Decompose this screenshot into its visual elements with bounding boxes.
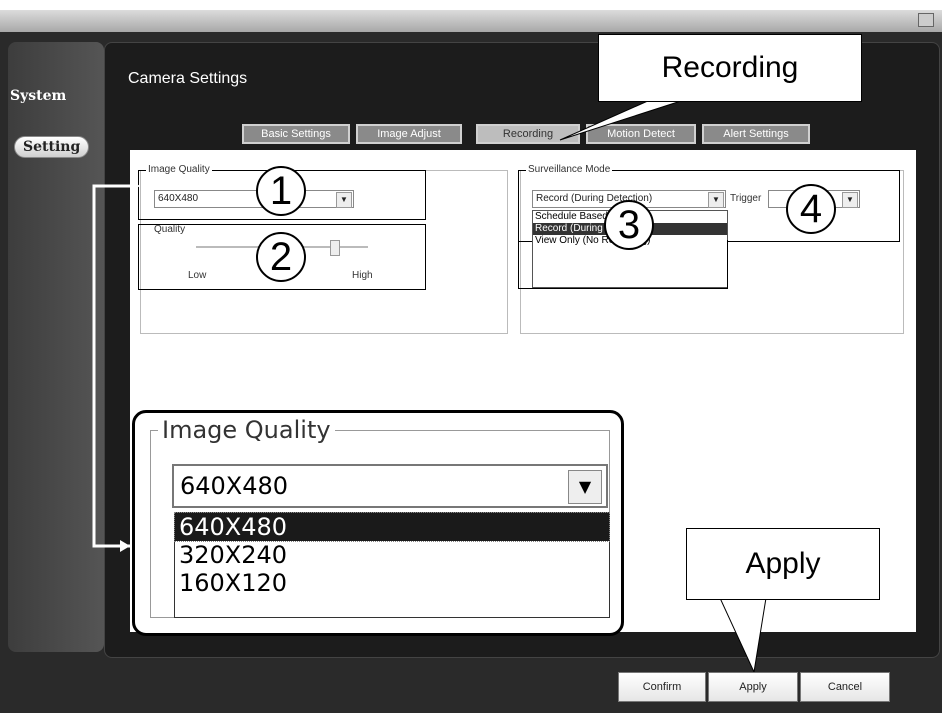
recording-callout: Recording [598, 34, 862, 102]
zoom-image-quality-legend: Image Quality [158, 416, 335, 444]
apply-button[interactable]: Apply [708, 672, 798, 702]
zoom-image-quality-value: 640X480 [180, 472, 289, 500]
chevron-down-icon[interactable]: ▼ [568, 470, 602, 504]
cancel-button[interactable]: Cancel [800, 672, 890, 702]
zoom-option[interactable]: 320X240 [175, 541, 609, 569]
apply-callout: Apply [686, 528, 880, 600]
zoom-option-selected[interactable]: 640X480 [174, 512, 610, 542]
confirm-button[interactable]: Confirm [618, 672, 706, 702]
zoom-option[interactable]: 160X120 [175, 569, 609, 597]
zoom-image-quality-select[interactable]: 640X480 ▼ [172, 464, 608, 508]
zoom-image-quality-list: 640X480 320X240 160X120 [174, 512, 610, 618]
